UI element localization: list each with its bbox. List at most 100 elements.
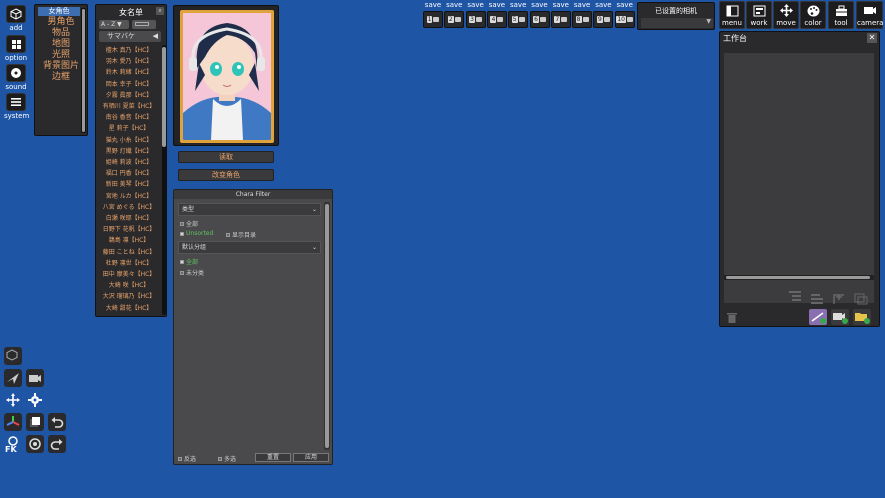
invert-check[interactable]: 反选 xyxy=(178,454,196,463)
save-slot-3[interactable]: save 3 xyxy=(465,1,486,28)
move-gizmo-icon[interactable] xyxy=(4,391,22,409)
trash-icon[interactable] xyxy=(726,309,740,323)
filter-scrollbar[interactable] xyxy=(324,202,330,450)
filter-check-all-group[interactable]: 全部 xyxy=(180,257,198,266)
save-slot-1[interactable]: save 1 xyxy=(423,1,443,28)
work-tool-button[interactable]: work xyxy=(746,1,772,29)
female-list-item[interactable]: 岡本 幸子【HC】 xyxy=(98,79,160,90)
system-button[interactable]: system xyxy=(4,93,29,120)
sort-dropdown[interactable]: A - Z ▼ xyxy=(99,20,129,29)
category-item[interactable]: 物品 xyxy=(35,28,87,39)
move-tool-button[interactable]: move xyxy=(773,1,799,29)
filter-scrollbar-thumb[interactable] xyxy=(325,204,329,448)
female-list-item[interactable]: 大崎 咲【HC】 xyxy=(98,280,160,291)
female-list-scrollbar-thumb[interactable] xyxy=(162,47,166,147)
tree-duplicate-icon[interactable] xyxy=(854,290,870,305)
toolbox-tool-button[interactable]: tool xyxy=(828,1,854,29)
category-female[interactable]: 女角色 xyxy=(38,7,80,16)
multi-select-check[interactable]: 多选 xyxy=(218,454,236,463)
add-button[interactable]: add xyxy=(4,5,28,32)
female-list-item[interactable]: 鈴木 莉緒【HC】 xyxy=(98,67,160,78)
filter-check-unsorted[interactable]: Unsorted xyxy=(180,230,213,237)
category-map[interactable]: 地图 xyxy=(35,39,87,50)
female-list-item[interactable]: 大沢 瑠璃乃【HC】 xyxy=(98,291,160,302)
category-male[interactable]: 男角色 xyxy=(35,17,87,28)
female-list-item[interactable]: 日野下 花帆【HC】 xyxy=(98,224,160,235)
category-frame[interactable]: 边框 xyxy=(35,72,87,83)
plane-gizmo-icon[interactable] xyxy=(4,369,22,387)
female-list-item[interactable]: 有栖川 夏菜【HC】 xyxy=(98,101,160,112)
axis-gizmo-icon[interactable] xyxy=(4,413,22,431)
save-button[interactable]: 8 xyxy=(572,11,593,28)
reset-button[interactable]: 重置 xyxy=(255,453,291,462)
female-list-item[interactable]: 宮地 ルカ【HC】 xyxy=(98,191,160,202)
female-list-item[interactable]: 姫崎 莉波【HC】 xyxy=(98,157,160,168)
add-folder-icon[interactable] xyxy=(853,309,871,325)
female-list-item[interactable]: 福口 円香【HC】 xyxy=(98,168,160,179)
female-list-item[interactable]: 八宮 めぐる【HC】 xyxy=(98,202,160,213)
tree-expand-icon[interactable] xyxy=(832,290,848,304)
option-button[interactable]: option xyxy=(4,35,28,62)
target-icon[interactable] xyxy=(26,435,44,453)
save-slot-5[interactable]: save 5 xyxy=(508,1,529,28)
save-slot-9[interactable]: save 9 xyxy=(593,1,614,28)
workspace-h-scrollbar[interactable] xyxy=(724,275,874,280)
menu-tool-button[interactable]: menu xyxy=(719,1,745,29)
female-list-item[interactable]: 星 莉子【HC】 xyxy=(98,123,160,134)
fk-toggle-icon[interactable]: FK xyxy=(4,435,22,453)
camera-dropdown[interactable]: 已设置的相机 ▼ xyxy=(637,2,715,30)
save-slot-7[interactable]: save 7 xyxy=(550,1,571,28)
save-button[interactable]: 7 xyxy=(550,11,571,28)
add-camera-icon[interactable] xyxy=(831,309,849,325)
save-slot-4[interactable]: save 4 xyxy=(486,1,507,28)
female-list-item[interactable]: 鵜島 凛【HC】 xyxy=(98,235,160,246)
search-icon[interactable]: ⌕ xyxy=(156,7,164,15)
save-button[interactable]: 5 xyxy=(508,11,529,28)
female-list-item[interactable]: 南谷 香音【HC】 xyxy=(98,112,160,123)
settings-gear-icon[interactable] xyxy=(26,391,44,409)
sound-button[interactable]: sound xyxy=(4,64,28,91)
female-list-item[interactable]: 藤田 ことね【HC】 xyxy=(98,247,160,258)
female-list-item[interactable]: 大崎 甜花【HC】 xyxy=(98,303,160,314)
group-filter-dropdown[interactable]: 默认分组 ⌄ xyxy=(178,241,321,254)
female-list-item[interactable]: 羽木 愛乃【HC】 xyxy=(98,56,160,67)
filter-check-all[interactable]: 全部 xyxy=(180,219,198,228)
type-dropdown[interactable]: 类型 ⌄ xyxy=(178,203,321,216)
filter-check-show-dir[interactable]: 显示目录 xyxy=(226,230,256,239)
category-light[interactable]: 光照 xyxy=(35,50,87,61)
female-list-item[interactable]: 新田 美琴【HC】 xyxy=(98,179,160,190)
color-tool-button[interactable]: color xyxy=(800,1,826,29)
tree-outdent-icon[interactable] xyxy=(788,290,804,304)
category-scrollbar[interactable] xyxy=(81,8,86,133)
female-list-item[interactable]: 猫丸 小糸【HC】 xyxy=(98,135,160,146)
change-character-button[interactable]: 改变角色 xyxy=(178,169,274,181)
workspace-h-scrollbar-thumb[interactable] xyxy=(726,276,870,279)
camera-dropdown-field[interactable]: ▼ xyxy=(641,18,713,28)
apply-button[interactable]: 应用 xyxy=(293,453,329,462)
save-slot-6[interactable]: save 6 xyxy=(529,1,550,28)
save-button[interactable]: 4 xyxy=(486,11,507,28)
add-object-gizmo-icon[interactable] xyxy=(4,347,22,365)
save-button[interactable]: 6 xyxy=(529,11,550,28)
save-slot-10[interactable]: save 10 xyxy=(614,1,635,28)
female-list-item[interactable]: 杜野 凛世【HC】 xyxy=(98,258,160,269)
scale-gizmo-icon[interactable] xyxy=(26,413,44,431)
group-dropdown[interactable]: サマバケ ◀ xyxy=(99,31,161,42)
sort-toggle[interactable] xyxy=(132,20,156,29)
redo-icon[interactable] xyxy=(48,435,66,453)
save-button[interactable]: 10 xyxy=(614,11,635,28)
save-button[interactable]: 3 xyxy=(465,11,486,28)
female-list-scrollbar[interactable] xyxy=(162,45,166,315)
female-list-item[interactable]: 夕霧 眞那【HC】 xyxy=(98,90,160,101)
save-slot-8[interactable]: save 8 xyxy=(572,1,593,28)
undo-icon[interactable] xyxy=(48,413,66,431)
save-button[interactable]: 1 xyxy=(423,11,443,28)
female-list-item[interactable]: 田中 摩美々【HC】 xyxy=(98,269,160,280)
category-background[interactable]: 背景图片 xyxy=(35,61,87,72)
save-button[interactable]: 9 xyxy=(593,11,614,28)
filter-check-uncategorized[interactable]: 未分类 xyxy=(180,268,204,277)
camera-view-gizmo-icon[interactable] xyxy=(26,369,44,387)
close-icon[interactable]: ✕ xyxy=(867,33,877,43)
female-list-item[interactable]: 白瀬 咲耶【HC】 xyxy=(98,213,160,224)
save-button[interactable]: 2 xyxy=(444,11,465,28)
